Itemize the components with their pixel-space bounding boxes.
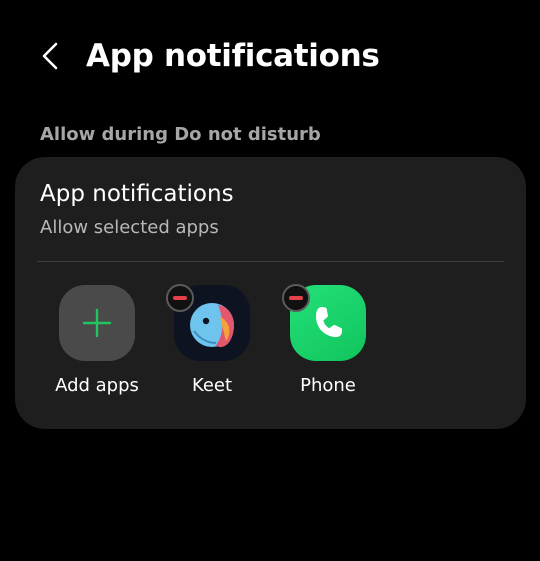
- back-button[interactable]: [30, 36, 70, 76]
- app-label: Add apps: [55, 375, 139, 396]
- app-label: Keet: [191, 375, 233, 396]
- add-apps-button[interactable]: [59, 285, 135, 361]
- phone-handset-icon: [316, 307, 343, 338]
- minus-icon: [289, 296, 303, 300]
- app-label: Phone: [300, 375, 356, 396]
- app-tile-keet[interactable]: Keet: [152, 284, 272, 405]
- minus-icon: [173, 296, 187, 300]
- app-tile-phone[interactable]: Phone: [268, 284, 388, 405]
- page-title: App notifications: [86, 38, 380, 74]
- remove-keet-button[interactable]: [166, 284, 194, 312]
- card-title[interactable]: App notifications: [40, 179, 234, 209]
- plus-icon: [82, 308, 112, 338]
- section-label: Allow during Do not disturb: [40, 124, 321, 145]
- app-bar: App notifications: [0, 26, 540, 90]
- remove-phone-button[interactable]: [282, 284, 310, 312]
- chevron-left-icon: [42, 42, 58, 70]
- card-subtitle: Allow selected apps: [40, 217, 219, 238]
- app-notifications-card: App notifications Allow selected apps Ad…: [15, 157, 526, 429]
- add-apps-tile[interactable]: Add apps: [37, 285, 157, 405]
- divider: [37, 261, 504, 262]
